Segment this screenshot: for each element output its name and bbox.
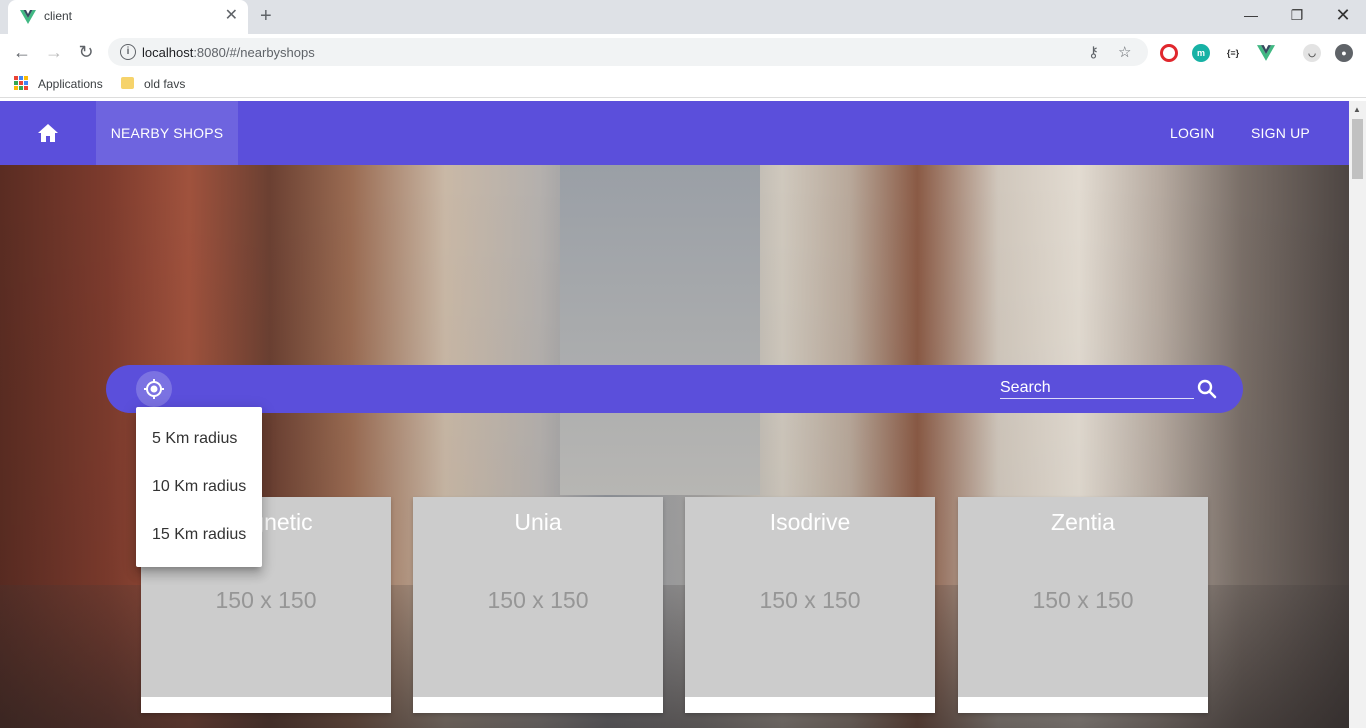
url-path: :8080/#/nearbyshops (193, 45, 315, 60)
tab-close-icon[interactable]: ✕ (225, 7, 238, 25)
bookmarks-bar (0, 70, 1366, 98)
home-icon[interactable] (24, 117, 72, 149)
shop-card[interactable]: 150 x 150 Zentia (958, 497, 1208, 713)
nav-sign-up[interactable]: SIGN UP (1251, 101, 1310, 165)
address-bar[interactable]: i localhost:8080/#/nearbyshops ⚷ ☆ (108, 38, 1148, 66)
app-bar: NEARBY SHOPS LOGIN SIGN UP (0, 101, 1349, 165)
new-tab-icon[interactable]: + (260, 5, 272, 27)
nav-login[interactable]: LOGIN (1170, 101, 1215, 165)
location-radius-button[interactable] (136, 371, 172, 407)
tab-title: client (44, 9, 73, 23)
scrollbar-thumb[interactable] (1352, 119, 1363, 179)
radius-option-5km[interactable]: 5 Km radius (136, 415, 262, 463)
gps-target-icon (144, 379, 164, 399)
url-text: localhost:8080/#/nearbyshops (142, 45, 315, 60)
page-scrollbar[interactable]: ▲ (1349, 101, 1366, 728)
search-input[interactable] (1000, 377, 1194, 399)
restore-icon[interactable]: ❐ (1274, 4, 1320, 30)
shop-image-text: 150 x 150 (1032, 587, 1134, 613)
shop-name: Unia (514, 509, 562, 535)
back-arrow-icon[interactable]: ← (10, 40, 34, 64)
tab-strip: client ✕ + — ❐ ✕ (0, 0, 1366, 34)
url-host: localhost (142, 45, 194, 60)
shop-name: Isodrive (769, 509, 851, 535)
forward-arrow-icon[interactable]: → (42, 40, 66, 64)
opera-extension-icon[interactable] (1160, 44, 1178, 62)
shop-image-text: 150 x 150 (215, 587, 317, 613)
radius-option-10km[interactable]: 10 Km radius (136, 463, 262, 511)
shop-card[interactable]: 150 x 150 Isodrive (685, 497, 935, 713)
bookmark-star-icon[interactable]: ☆ (1118, 43, 1131, 61)
vue-devtools-icon[interactable] (1257, 44, 1275, 62)
m-extension-icon[interactable]: m (1192, 44, 1210, 62)
json-extension-icon[interactable]: {≡} (1224, 44, 1242, 62)
radius-option-15km[interactable]: 15 Km radius (136, 511, 262, 559)
bookmark-old-favs[interactable]: old favs (144, 77, 185, 91)
browser-tab[interactable]: client ✕ (8, 0, 248, 34)
search-icon[interactable] (1196, 378, 1218, 400)
nav-nearby-shops[interactable]: NEARBY SHOPS (96, 101, 238, 165)
info-icon[interactable]: i (120, 44, 136, 60)
search-bar (106, 365, 1243, 413)
vue-logo-icon (20, 10, 36, 24)
bookmark-applications[interactable]: Applications (38, 77, 103, 91)
profile-extension-icon[interactable]: ◡ (1303, 44, 1321, 62)
shop-image-text: 150 x 150 (487, 587, 589, 613)
minimize-icon[interactable]: — (1228, 4, 1274, 30)
hero-background-buildings (560, 165, 760, 495)
reload-icon[interactable]: ↻ (74, 40, 98, 64)
page-viewport: NEARBY SHOPS LOGIN SIGN UP 150 x 150 Mag… (0, 101, 1349, 728)
close-window-icon[interactable]: ✕ (1320, 4, 1366, 30)
scroll-up-arrow-icon[interactable]: ▲ (1353, 105, 1361, 114)
folder-icon (121, 77, 134, 89)
key-icon[interactable]: ⚷ (1088, 43, 1099, 61)
shop-card[interactable]: 150 x 150 Unia (413, 497, 663, 713)
shop-name: Zentia (1051, 509, 1115, 535)
account-avatar-icon[interactable]: ● (1335, 44, 1353, 62)
shop-image-text: 150 x 150 (759, 587, 861, 613)
search-field[interactable] (1000, 377, 1194, 399)
apps-grid-icon[interactable] (14, 76, 28, 90)
radius-menu: 5 Km radius 10 Km radius 15 Km radius (136, 407, 262, 567)
